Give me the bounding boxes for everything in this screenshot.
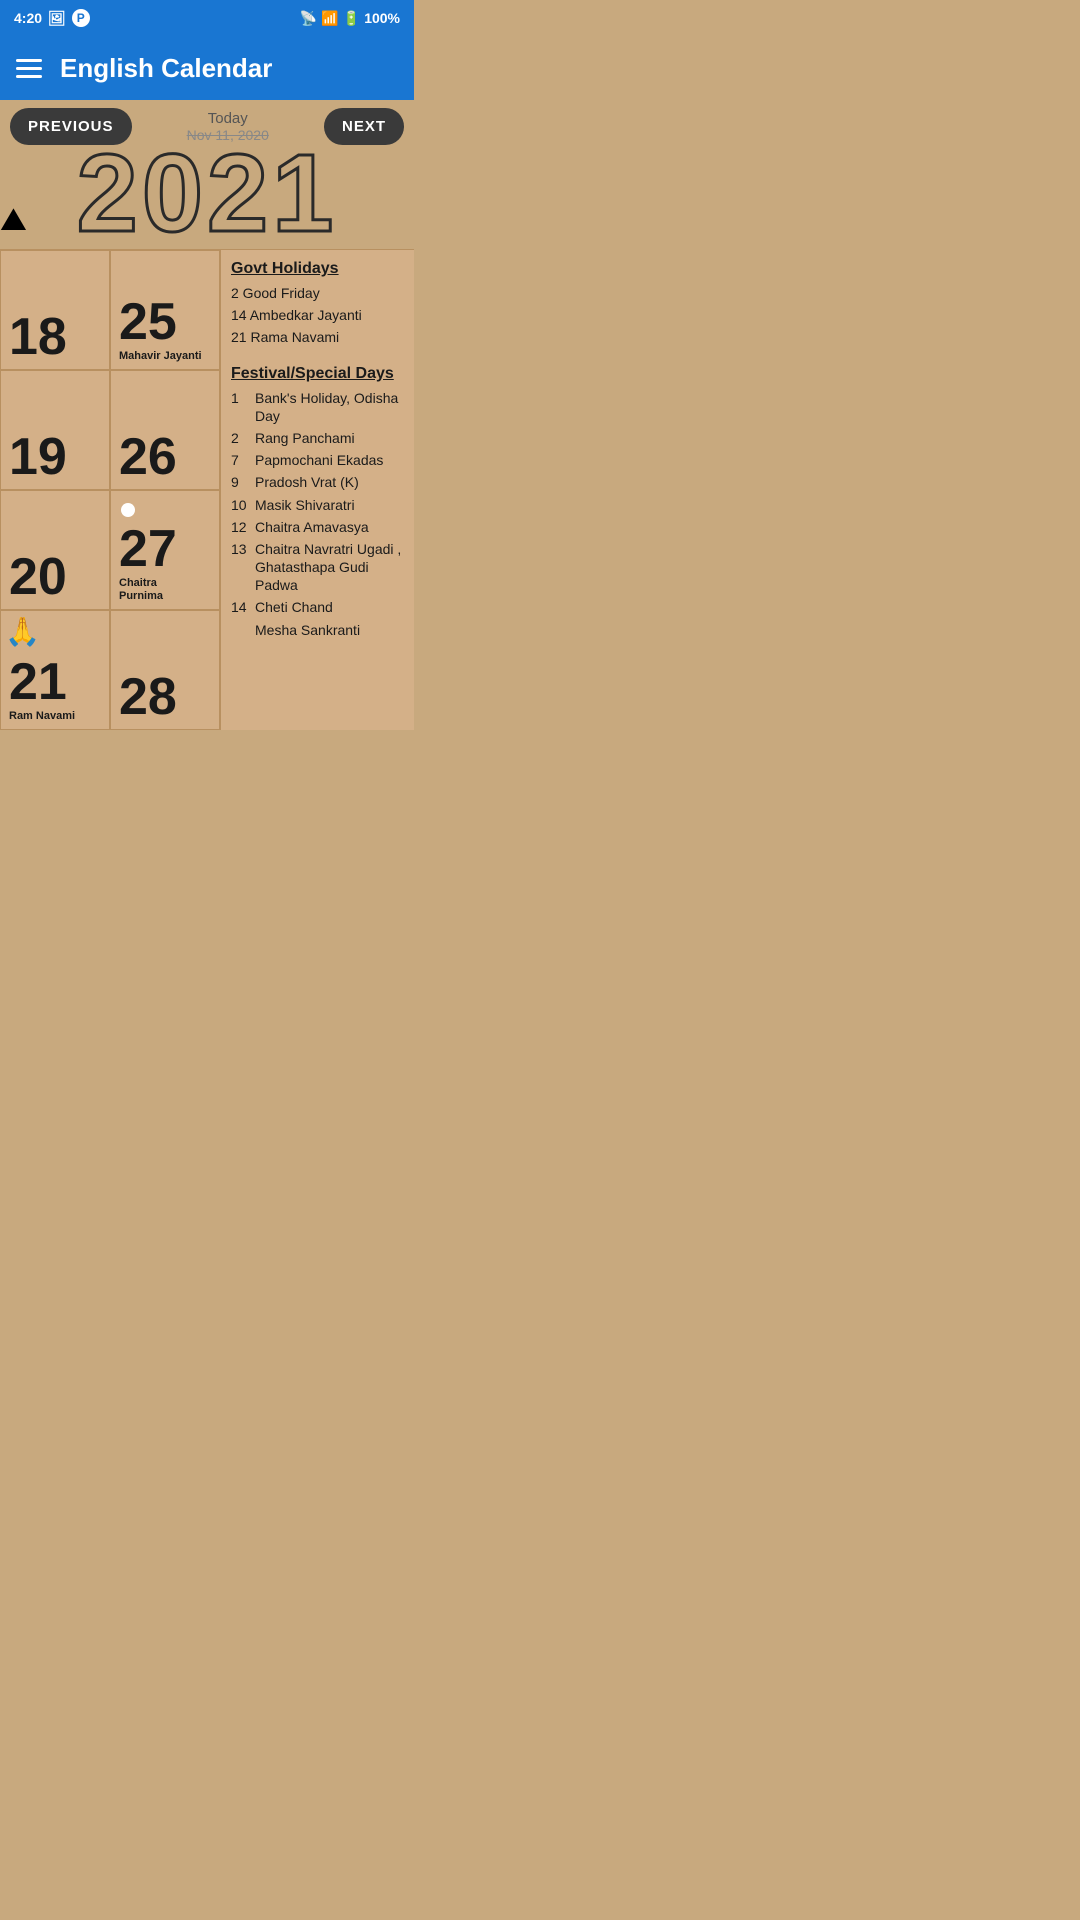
p-icon: P xyxy=(72,9,90,27)
day-27: 27 xyxy=(119,523,177,575)
calendar-row-3: 20 27 ChaitraPurnima xyxy=(0,490,220,610)
festival-2: 2 Rang Panchami xyxy=(231,429,404,447)
festival-9: Mesha Sankranti xyxy=(231,621,404,639)
festival-3: 7 Papmochani Ekadas xyxy=(231,451,404,469)
event-27: ChaitraPurnima xyxy=(119,577,163,603)
info-panel: Govt Holidays 2 Good Friday 14 Ambedkar … xyxy=(220,250,414,730)
festival-num-5: 10 xyxy=(231,496,249,514)
app-title: English Calendar xyxy=(60,53,272,84)
day-20: 20 xyxy=(9,551,67,603)
festival-name-9: Mesha Sankranti xyxy=(255,621,404,639)
status-time: 4:20 xyxy=(14,10,42,26)
day-26: 26 xyxy=(119,431,177,483)
previous-button[interactable]: PREVIOUS xyxy=(10,108,132,145)
event-25: Mahavir Jayanti xyxy=(119,350,202,363)
festival-num-7: 13 xyxy=(231,540,249,595)
next-button[interactable]: NEXT xyxy=(324,108,404,145)
day-18: 18 xyxy=(9,311,67,363)
festival-4: 9 Pradosh Vrat (K) xyxy=(231,473,404,491)
nav-center: Today Nov 11, 2020 xyxy=(132,110,324,143)
holiday-2: 14 Ambedkar Jayanti xyxy=(231,306,404,324)
signal-icon: 📶 xyxy=(321,10,338,27)
calendar-grid: 18 25 Mahavir Jayanti 19 26 20 27 C xyxy=(0,250,220,730)
festival-name-8: Cheti Chand xyxy=(255,598,404,616)
festival-6: 12 Chaitra Amavasya xyxy=(231,518,404,536)
calendar-area: 18 25 Mahavir Jayanti 19 26 20 27 C xyxy=(0,249,414,730)
cell-19[interactable]: 19 xyxy=(0,370,110,490)
festival-7: 13 Chaitra Navratri Ugadi , Ghatasthapa … xyxy=(231,540,404,595)
festival-name-5: Masik Shivaratri xyxy=(255,496,404,514)
cell-20[interactable]: 20 xyxy=(0,490,110,610)
festival-num-8: 14 xyxy=(231,598,249,616)
festival-num-2: 2 xyxy=(231,429,249,447)
menu-button[interactable] xyxy=(16,59,42,78)
festival-num-3: 7 xyxy=(231,451,249,469)
festival-name-1: Bank's Holiday, Odisha Day xyxy=(255,389,404,425)
festival-5: 10 Masik Shivaratri xyxy=(231,496,404,514)
purnima-dot xyxy=(121,503,135,517)
festival-name-3: Papmochani Ekadas xyxy=(255,451,404,469)
day-28: 28 xyxy=(119,671,177,723)
festival-num-4: 9 xyxy=(231,473,249,491)
photo-icon: 🖼 xyxy=(48,10,66,27)
day-21: 21 xyxy=(9,656,67,708)
festival-name-4: Pradosh Vrat (K) xyxy=(255,473,404,491)
year-display: ⛰ 2021 xyxy=(0,149,414,249)
calendar-row-2: 19 26 xyxy=(0,370,220,490)
battery-icon: 🔋 xyxy=(343,10,360,27)
festival-num-9 xyxy=(231,621,249,639)
battery-level: 100% xyxy=(364,10,400,26)
festival-name-2: Rang Panchami xyxy=(255,429,404,447)
day-25: 25 xyxy=(119,296,177,348)
app-header: English Calendar xyxy=(0,36,414,100)
govt-holidays-title: Govt Holidays xyxy=(231,260,404,278)
holiday-1: 2 Good Friday xyxy=(231,284,404,302)
cell-28[interactable]: 28 xyxy=(110,610,220,730)
calendar-row-4: 🙏 21 Ram Navami 28 xyxy=(0,610,220,730)
festival-name-7: Chaitra Navratri Ugadi , Ghatasthapa Gud… xyxy=(255,540,404,595)
deity-icon: 🙏 xyxy=(5,615,40,648)
festivals-title: Festival/Special Days xyxy=(231,365,404,383)
navigation-bar: PREVIOUS Today Nov 11, 2020 NEXT xyxy=(0,100,414,149)
festival-1: 1 Bank's Holiday, Odisha Day xyxy=(231,389,404,425)
year-text: 2021 xyxy=(77,149,338,249)
cell-18[interactable]: 18 xyxy=(0,250,110,370)
current-date: Nov 11, 2020 xyxy=(132,127,324,143)
festival-8: 14 Cheti Chand xyxy=(231,598,404,616)
holiday-3: 21 Rama Navami xyxy=(231,328,404,346)
cell-27[interactable]: 27 ChaitraPurnima xyxy=(110,490,220,610)
mountain-icon: ⛰ xyxy=(0,201,27,239)
festival-num-6: 12 xyxy=(231,518,249,536)
festival-name-6: Chaitra Amavasya xyxy=(255,518,404,536)
cell-21[interactable]: 🙏 21 Ram Navami xyxy=(0,610,110,730)
wifi-icon: 📡 xyxy=(300,10,317,27)
cell-26[interactable]: 26 xyxy=(110,370,220,490)
status-bar: 4:20 🖼 P 📡 📶 🔋 100% xyxy=(0,0,414,36)
calendar-row-1: 18 25 Mahavir Jayanti xyxy=(0,250,220,370)
today-label: Today xyxy=(132,110,324,127)
status-left: 4:20 🖼 P xyxy=(14,9,90,27)
festival-num-1: 1 xyxy=(231,389,249,425)
status-right: 📡 📶 🔋 100% xyxy=(300,10,400,27)
day-19: 19 xyxy=(9,431,67,483)
event-21: Ram Navami xyxy=(9,710,75,723)
cell-25[interactable]: 25 Mahavir Jayanti xyxy=(110,250,220,370)
